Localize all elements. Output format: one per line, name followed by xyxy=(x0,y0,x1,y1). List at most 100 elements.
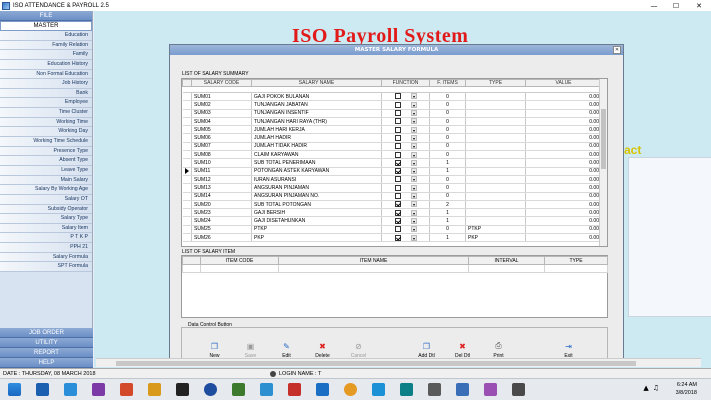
file-section-header[interactable]: FILE xyxy=(0,11,92,21)
chevron-down-icon[interactable] xyxy=(410,134,417,141)
edit-button[interactable]: ✎ Edit xyxy=(274,336,299,360)
salary-code-cell[interactable]: SUM11 xyxy=(191,167,252,176)
taskbar-app-13[interactable] xyxy=(364,379,392,400)
taskbar-app-9[interactable] xyxy=(252,379,280,400)
salary-name-cell[interactable]: POTONGAN ASTEK KARYAWAN xyxy=(251,167,382,176)
master-section-header[interactable]: MASTER xyxy=(0,21,92,31)
table-row[interactable]: SUM20 SUB TOTAL POTONGAN 2 0.00 xyxy=(182,200,602,210)
function-checkbox[interactable] xyxy=(394,234,401,241)
salary-code-cell[interactable]: SUM03 xyxy=(191,109,252,118)
salary-name-cell[interactable]: SUB TOTAL PENERIMAAN xyxy=(251,158,382,168)
function-checkbox[interactable] xyxy=(394,134,401,141)
f-items-cell[interactable]: 0 xyxy=(429,225,466,235)
salary-code-cell[interactable]: SUM25 xyxy=(191,225,252,235)
sidebar-item-subsidy-operator[interactable]: Subsidy Operator xyxy=(0,204,92,215)
row-selector[interactable] xyxy=(182,183,192,193)
type-cell[interactable]: PTKP xyxy=(465,225,526,235)
type-cell[interactable] xyxy=(465,117,526,127)
sidebar-item-spt-formula[interactable]: SPT Formula xyxy=(0,262,92,273)
col-header-function[interactable]: FUNCTION xyxy=(381,79,430,87)
salary-code-cell[interactable]: SUM07 xyxy=(191,142,252,152)
taskbar-app-2[interactable] xyxy=(56,379,84,400)
taskbar-app-4[interactable] xyxy=(112,379,140,400)
taskbar-app-5[interactable] xyxy=(140,379,168,400)
dialog-close-button[interactable]: ✕ xyxy=(613,46,621,54)
sidebar-item-pph-21[interactable]: PPH 21 xyxy=(0,243,92,253)
function-cell[interactable] xyxy=(381,100,430,110)
cancel-button[interactable]: ⊘ Cancel xyxy=(346,336,371,360)
taskbar-app-3[interactable] xyxy=(84,379,112,400)
value-cell[interactable]: 0.00 xyxy=(525,150,602,160)
type-cell[interactable] xyxy=(465,150,526,160)
salary-name-cell[interactable]: ANGSURAN PINJAMAN NO. xyxy=(251,192,382,201)
type-cell[interactable] xyxy=(465,142,526,152)
type-cell[interactable] xyxy=(465,109,526,118)
taskbar-app-14[interactable] xyxy=(392,379,420,400)
taskbar-app-11[interactable] xyxy=(308,379,336,400)
row-selector[interactable] xyxy=(182,125,192,135)
value-cell[interactable]: 0.00 xyxy=(525,233,602,243)
function-checkbox[interactable] xyxy=(394,118,401,125)
function-checkbox[interactable] xyxy=(394,217,401,224)
f-items-cell[interactable]: 0 xyxy=(429,175,466,185)
chevron-down-icon[interactable] xyxy=(410,159,417,166)
taskbar-app-18[interactable] xyxy=(504,379,532,400)
f-items-cell[interactable]: 1 xyxy=(429,208,466,218)
salary-name-cell[interactable]: TUNJANGAN HARI RAYA (THR) xyxy=(251,117,382,127)
function-cell[interactable] xyxy=(381,133,430,143)
row-selector[interactable] xyxy=(182,192,192,201)
chevron-down-icon[interactable] xyxy=(410,93,417,100)
sidebar-item-salary-item[interactable]: Salary Item xyxy=(0,223,92,234)
f-items-cell[interactable]: 2 xyxy=(429,200,466,210)
value-cell[interactable]: 0.00 xyxy=(525,92,602,102)
function-checkbox[interactable] xyxy=(394,101,401,108)
function-cell[interactable] xyxy=(381,183,430,193)
value-cell[interactable]: 0.00 xyxy=(525,100,602,110)
salary-name-cell[interactable]: CLAIM KARYAWAN xyxy=(251,150,382,160)
chevron-down-icon[interactable] xyxy=(410,176,417,183)
row-selector[interactable] xyxy=(182,150,192,160)
start-button[interactable] xyxy=(0,379,28,400)
col-header-salary-name[interactable]: SALARY NAME xyxy=(251,79,382,87)
value-cell[interactable]: 0.00 xyxy=(525,109,602,118)
table-row[interactable]: SUM26 PKP 1 PKP 0.00 xyxy=(182,233,602,243)
taskbar-app-6[interactable] xyxy=(168,379,196,400)
salary-name-cell[interactable]: JUMLAH HARI KERJA xyxy=(251,125,382,135)
chevron-down-icon[interactable] xyxy=(410,201,417,208)
chevron-down-icon[interactable] xyxy=(410,226,417,233)
close-button[interactable]: ✕ xyxy=(687,0,711,11)
function-cell[interactable] xyxy=(381,200,430,210)
function-checkbox[interactable] xyxy=(394,193,401,200)
table-row[interactable]: SUM10 SUB TOTAL PENERIMAAN 1 0.00 xyxy=(182,158,602,168)
function-cell[interactable] xyxy=(381,125,430,135)
type-cell[interactable] xyxy=(465,175,526,185)
f-items-cell[interactable]: 0 xyxy=(429,133,466,143)
chevron-down-icon[interactable] xyxy=(410,168,417,175)
type-cell[interactable]: PKP xyxy=(465,233,526,243)
col-header-salary-code[interactable]: SALARY CODE xyxy=(191,79,252,87)
salary-name-cell[interactable]: JUMLAH HADIR xyxy=(251,133,382,143)
sidebar-item-leave-type[interactable]: Leave Type xyxy=(0,165,92,176)
row-selector[interactable] xyxy=(182,167,192,176)
row-selector[interactable] xyxy=(182,175,192,185)
table-row[interactable]: SUM08 CLAIM KARYAWAN 0 0.00 xyxy=(182,150,602,160)
chevron-down-icon[interactable] xyxy=(410,143,417,150)
row-selector[interactable] xyxy=(182,92,192,102)
function-cell[interactable] xyxy=(381,117,430,127)
table-row[interactable]: SUM02 TUNJANGAN JABATAN 0 0.00 xyxy=(182,100,602,110)
function-checkbox[interactable] xyxy=(394,168,401,175)
salary-code-cell[interactable]: SUM08 xyxy=(191,150,252,160)
function-cell[interactable] xyxy=(381,109,430,118)
salary-name-cell[interactable]: TUNJANGAN INSENTIF xyxy=(251,109,382,118)
taskbar-app-8[interactable] xyxy=(224,379,252,400)
chevron-down-icon[interactable] xyxy=(410,184,417,191)
sidebar-item-family[interactable]: Family xyxy=(0,50,92,60)
type-cell[interactable] xyxy=(465,133,526,143)
salary-code-cell[interactable]: SUM26 xyxy=(191,233,252,243)
salary-code-cell[interactable]: SUM23 xyxy=(191,208,252,218)
sidebar-item-working-time-schedule[interactable]: Working Time Schedule xyxy=(0,137,92,147)
row-selector[interactable] xyxy=(182,233,192,243)
sidebar-section-help[interactable]: HELP xyxy=(0,358,93,368)
value-cell[interactable]: 0.00 xyxy=(525,158,602,168)
table-row[interactable]: SUM05 JUMLAH HARI KERJA 0 0.00 xyxy=(182,125,602,135)
